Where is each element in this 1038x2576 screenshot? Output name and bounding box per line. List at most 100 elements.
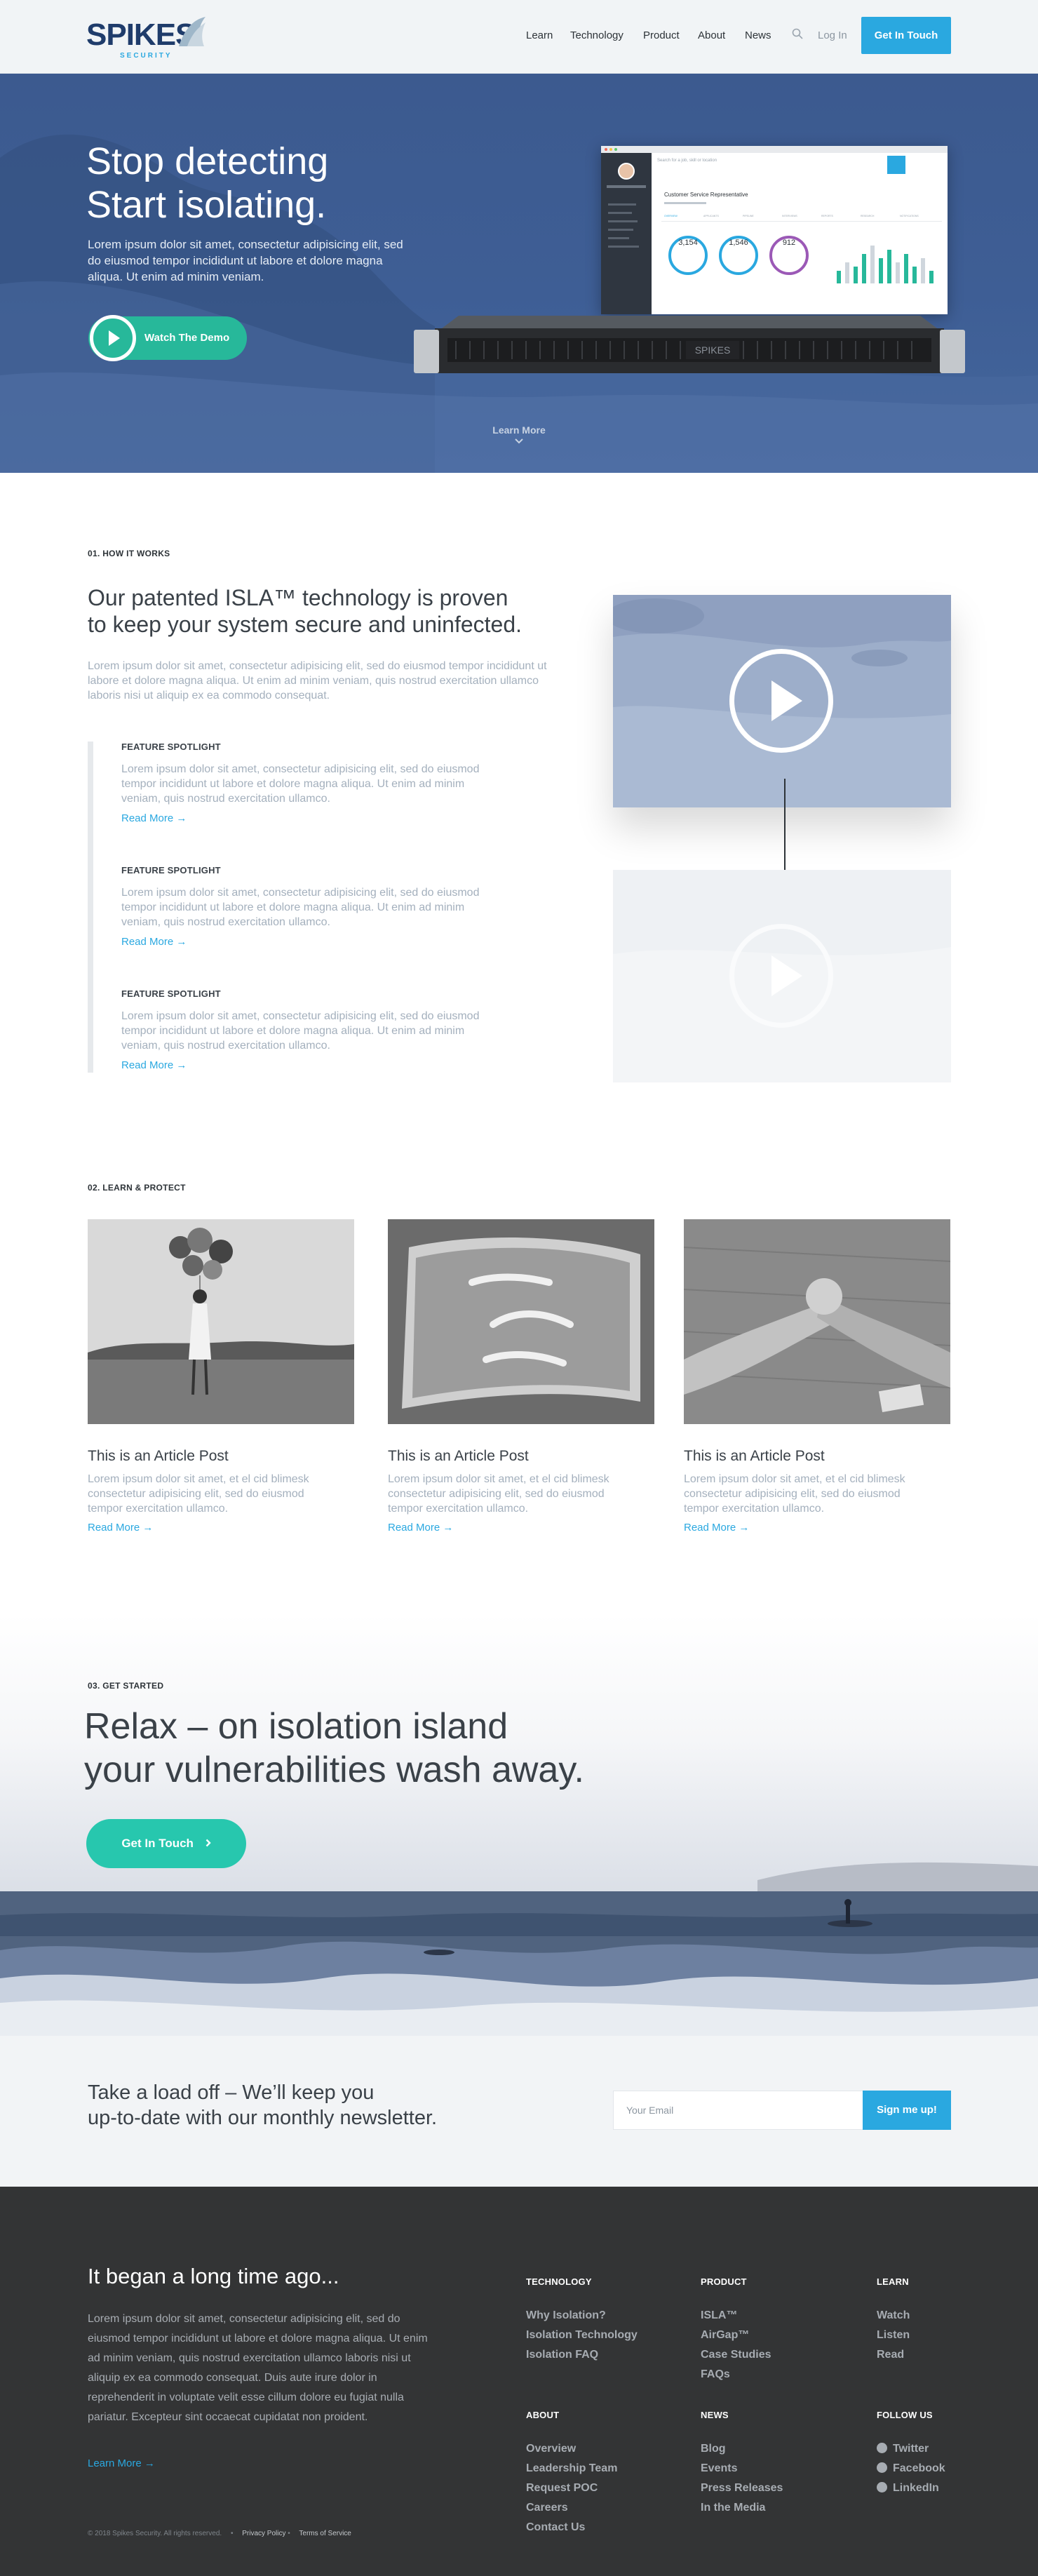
app-profile-title: Customer Service Representative bbox=[664, 192, 748, 198]
nav-learn[interactable]: Learn bbox=[526, 29, 553, 41]
article-image bbox=[684, 1219, 950, 1424]
nav-news[interactable]: News bbox=[745, 29, 771, 41]
spotlight-divider bbox=[88, 742, 93, 1073]
footer-link[interactable]: Contact Us bbox=[526, 2518, 617, 2537]
appliance-image: SPIKES bbox=[414, 316, 965, 373]
get-in-touch-button-large[interactable]: Get In Touch bbox=[86, 1819, 246, 1868]
article-title: This is an Article Post bbox=[388, 1448, 529, 1464]
app-chart-bar bbox=[921, 258, 925, 283]
learn-eyebrow: 02. LEARN & PROTECT bbox=[88, 1183, 186, 1193]
read-more-link[interactable]: Read More → bbox=[121, 812, 486, 824]
feature-spotlight: FEATURE SPOTLIGHT Lorem ipsum dolor sit … bbox=[121, 742, 486, 824]
app-stat-ring: 1,546 bbox=[719, 236, 758, 275]
read-more-link[interactable]: Read More → bbox=[388, 1522, 654, 1534]
legal-separator: • bbox=[288, 2530, 290, 2537]
footer-link[interactable]: Request POC bbox=[526, 2478, 617, 2498]
app-chart-bar bbox=[896, 262, 900, 283]
spotlight-body: Lorem ipsum dolor sit amet, consectetur … bbox=[121, 1010, 480, 1052]
footer-link[interactable]: Case Studies bbox=[701, 2345, 771, 2365]
nav-about[interactable]: About bbox=[698, 29, 725, 41]
article-card[interactable]: This is an Article Post Lorem ipsum dolo… bbox=[88, 1219, 354, 1534]
read-more-link[interactable]: Read More → bbox=[88, 1522, 354, 1534]
read-more-link[interactable]: Read More → bbox=[684, 1522, 950, 1534]
article-image bbox=[388, 1219, 654, 1424]
learn-more-link[interactable]: Learn More bbox=[0, 424, 1038, 447]
linkedin-link[interactable]: LinkedIn bbox=[877, 2478, 945, 2498]
footer-link[interactable]: Read bbox=[877, 2345, 910, 2365]
footer-column-heading: LEARN bbox=[877, 2276, 909, 2287]
footer-link[interactable]: Watch bbox=[877, 2306, 910, 2326]
footer-column-heading: ABOUT bbox=[526, 2410, 560, 2420]
chevron-down-icon bbox=[515, 438, 523, 444]
site-header: SPIKES SECURITY Learn Technology Product… bbox=[0, 0, 1038, 74]
feature-spotlight: FEATURE SPOTLIGHT Lorem ipsum dolor sit … bbox=[121, 865, 486, 948]
app-chart-bar bbox=[887, 250, 891, 283]
footer-heading: It began a long time ago... bbox=[88, 2264, 339, 2288]
footer-link[interactable]: Why Isolation? bbox=[526, 2306, 638, 2326]
footer-learn-more-link[interactable]: Learn More → bbox=[88, 2457, 155, 2469]
how-heading-line-2: to keep your system secure and uninfecte… bbox=[88, 612, 523, 637]
privacy-policy-link[interactable]: Privacy Policy bbox=[242, 2530, 285, 2537]
footer-link[interactable]: ISLA™ bbox=[701, 2306, 771, 2326]
spotlight-title: FEATURE SPOTLIGHT bbox=[121, 988, 221, 999]
sign-up-button[interactable]: Sign me up! bbox=[863, 2091, 951, 2130]
nav-technology[interactable]: Technology bbox=[570, 29, 624, 41]
hero: Stop detecting Start isolating. Lorem ip… bbox=[0, 74, 1038, 473]
footer-link[interactable]: AirGap™ bbox=[701, 2326, 771, 2345]
nav-product[interactable]: Product bbox=[643, 29, 680, 41]
read-more-link[interactable]: Read More → bbox=[121, 1059, 486, 1071]
footer-link[interactable]: Isolation FAQ bbox=[526, 2345, 638, 2365]
play-icon[interactable] bbox=[729, 649, 833, 753]
video-player-primary[interactable] bbox=[613, 595, 951, 807]
how-heading-line-1: Our patented ISLA™ technology is proven bbox=[88, 585, 508, 610]
article-title: This is an Article Post bbox=[684, 1448, 825, 1464]
footer-column-follow: FOLLOW US Twitter Facebook LinkedIn bbox=[877, 2410, 945, 2498]
hero-title-line-1: Stop detecting bbox=[86, 140, 329, 182]
footer-link[interactable]: Overview bbox=[526, 2439, 617, 2459]
footer-link[interactable]: Listen bbox=[877, 2326, 910, 2345]
app-chart-bar bbox=[912, 267, 917, 283]
login-link[interactable]: Log In bbox=[818, 29, 847, 41]
app-chart-bar bbox=[854, 267, 858, 283]
started-eyebrow: 03. GET STARTED bbox=[88, 1681, 164, 1691]
play-icon[interactable] bbox=[729, 924, 833, 1028]
footer-link[interactable]: FAQs bbox=[701, 2365, 771, 2384]
started-heading: Relax – on isolation island your vulnera… bbox=[84, 1705, 715, 1792]
started-heading-line-2: your vulnerabilities wash away. bbox=[84, 1750, 584, 1790]
logo[interactable]: SPIKES SECURITY bbox=[86, 15, 213, 60]
watch-demo-button[interactable]: Watch The Demo bbox=[88, 315, 247, 361]
logo-subtext: SECURITY bbox=[120, 52, 173, 60]
read-more-link[interactable]: Read More → bbox=[121, 936, 486, 948]
footer-column-heading: PRODUCT bbox=[701, 2276, 747, 2287]
hero-title-line-2: Start isolating. bbox=[86, 184, 327, 226]
terms-of-service-link[interactable]: Terms of Service bbox=[299, 2530, 351, 2537]
get-started-section: 03. GET STARTED Relax – on isolation isl… bbox=[0, 1614, 1038, 2036]
how-eyebrow: 01. HOW IT WORKS bbox=[88, 549, 170, 558]
app-chart-bar bbox=[904, 254, 908, 283]
legal-separator: • bbox=[230, 2530, 234, 2537]
footer-link[interactable]: Press Releases bbox=[701, 2478, 783, 2498]
twitter-link[interactable]: Twitter bbox=[877, 2439, 945, 2459]
footer-link[interactable]: Careers bbox=[526, 2498, 617, 2518]
footer-link[interactable]: Isolation Technology bbox=[526, 2326, 638, 2345]
facebook-icon bbox=[877, 2462, 887, 2473]
article-card[interactable]: This is an Article Post Lorem ipsum dolo… bbox=[684, 1219, 950, 1534]
copyright: © 2018 Spikes Security. All rights reser… bbox=[88, 2530, 222, 2537]
footer-link[interactable]: Events bbox=[701, 2459, 783, 2478]
article-excerpt: Lorem ipsum dolor sit amet, et el cid bl… bbox=[684, 1473, 905, 1515]
legal-bar: © 2018 Spikes Security. All rights reser… bbox=[88, 2530, 351, 2537]
footer-link[interactable]: Leadership Team bbox=[526, 2459, 617, 2478]
app-sidebar bbox=[601, 153, 652, 314]
linkedin-icon bbox=[877, 2482, 887, 2493]
email-field[interactable]: Your Email bbox=[613, 2091, 863, 2130]
facebook-link[interactable]: Facebook bbox=[877, 2459, 945, 2478]
newsletter-heading-line-1: Take a load off – We’ll keep you bbox=[88, 2081, 375, 2104]
footer-link[interactable]: Blog bbox=[701, 2439, 783, 2459]
article-excerpt: Lorem ipsum dolor sit amet, et el cid bl… bbox=[388, 1473, 609, 1515]
article-card[interactable]: This is an Article Post Lorem ipsum dolo… bbox=[388, 1219, 654, 1534]
get-in-touch-button[interactable]: Get In Touch bbox=[861, 17, 951, 54]
video-player-secondary[interactable] bbox=[613, 870, 951, 1082]
footer-column-news: NEWS Blog Events Press Releases In the M… bbox=[701, 2410, 783, 2518]
search-icon[interactable] bbox=[792, 28, 803, 43]
footer-link[interactable]: In the Media bbox=[701, 2498, 783, 2518]
